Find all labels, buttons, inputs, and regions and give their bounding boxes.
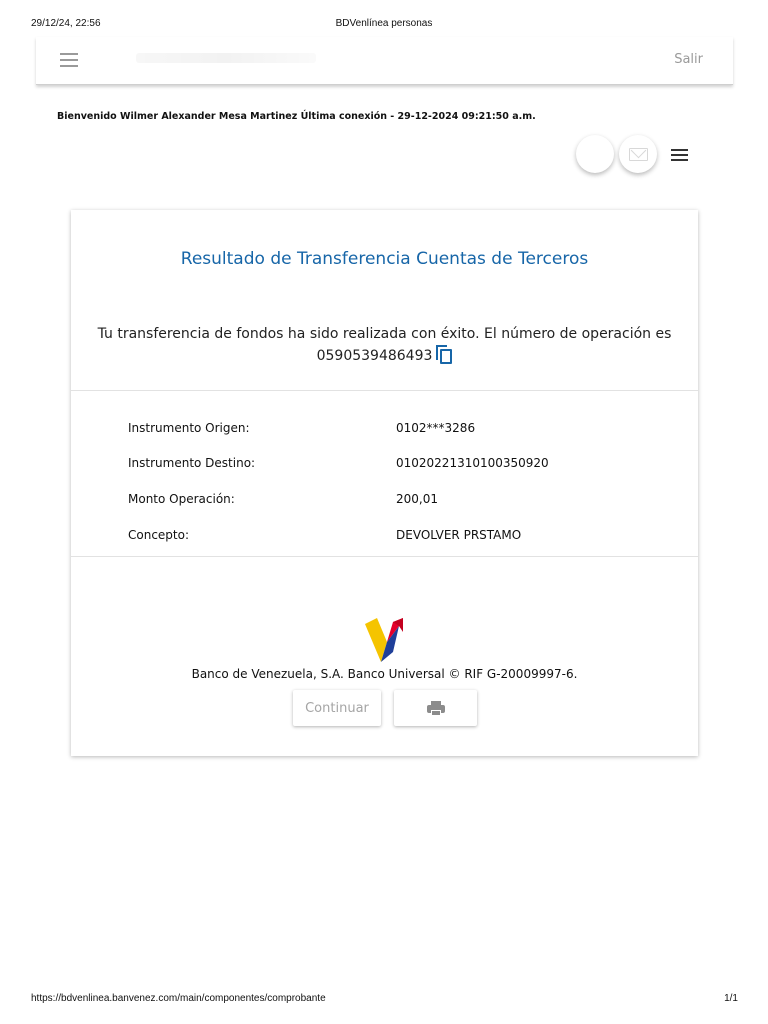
continue-button[interactable]: Continuar	[293, 690, 381, 726]
detail-row-concept: Concepto: DEVOLVER PRSTAMO	[128, 528, 648, 546]
exit-button[interactable]: Salir	[674, 52, 703, 67]
copy-icon[interactable]	[436, 345, 453, 364]
page-count: 1/1	[724, 993, 738, 1004]
detail-row-origin: Instrumento Origen: 0102***3286	[128, 421, 648, 439]
divider	[71, 390, 698, 391]
app-bar: Salir	[36, 37, 733, 85]
bank-logo	[365, 618, 403, 662]
detail-value: 01020221310100350920	[396, 456, 549, 470]
detail-row-destination: Instrumento Destino: 0102022131010035092…	[128, 456, 648, 474]
menu-icon[interactable]	[60, 53, 78, 67]
detail-row-amount: Monto Operación: 200,01	[128, 492, 648, 510]
transfer-result-card: Resultado de Transferencia Cuentas de Te…	[71, 210, 698, 756]
print-icon	[426, 700, 445, 716]
bank-footer: Banco de Venezuela, S.A. Banco Universal…	[191, 667, 578, 681]
page-url: https://bdvenlinea.banvenez.com/main/com…	[31, 993, 326, 1004]
detail-label: Instrumento Origen:	[128, 421, 250, 435]
print-header: 29/12/24, 22:56 BDVenlínea personas	[0, 18, 768, 34]
detail-value: DEVOLVER PRSTAMO	[396, 528, 522, 542]
detail-value: 200,01	[396, 492, 438, 506]
app-logo-faded	[136, 53, 316, 63]
messages-button[interactable]	[619, 135, 657, 173]
result-message: Tu transferencia de fondos ha sido reali…	[91, 324, 678, 367]
detail-label: Instrumento Destino:	[128, 456, 256, 470]
result-message-text: Tu transferencia de fondos ha sido reali…	[97, 326, 672, 342]
envelope-icon	[629, 148, 648, 161]
operation-number: 0590539486493	[316, 348, 433, 364]
print-footer: https://bdvenlinea.banvenez.com/main/com…	[0, 993, 768, 1009]
print-button[interactable]	[394, 690, 477, 726]
detail-label: Concepto:	[128, 528, 190, 542]
result-heading: Resultado de Transferencia Cuentas de Te…	[180, 249, 589, 269]
detail-label: Monto Operación:	[128, 492, 235, 506]
profile-button[interactable]	[576, 135, 614, 173]
detail-value: 0102***3286	[396, 421, 476, 435]
hamburger-icon[interactable]	[671, 149, 688, 161]
print-page-title: BDVenlínea personas	[335, 18, 433, 29]
divider	[71, 556, 698, 557]
welcome-text: Bienvenido Wilmer Alexander Mesa Martine…	[57, 111, 536, 122]
